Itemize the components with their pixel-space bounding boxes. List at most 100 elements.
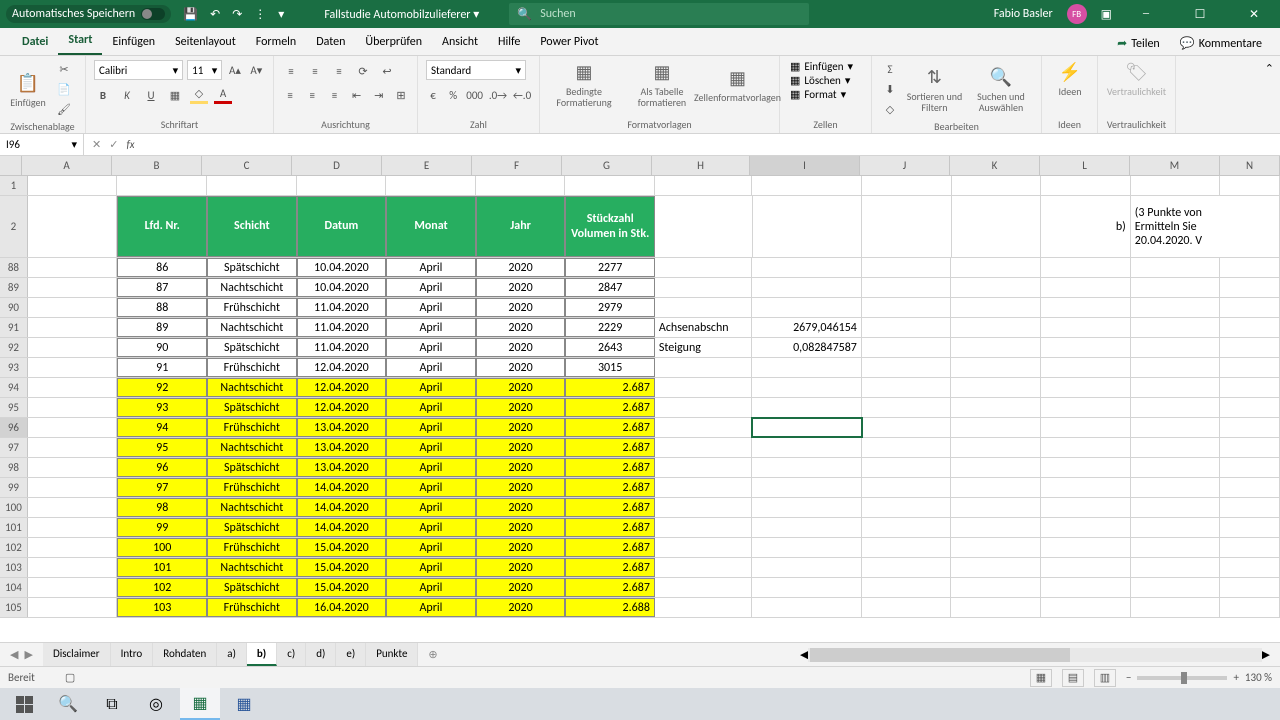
cell[interactable]: [28, 258, 118, 277]
cell[interactable]: 102: [117, 578, 207, 597]
cell[interactable]: [952, 196, 1042, 257]
cell[interactable]: [951, 338, 1041, 357]
cell[interactable]: [862, 578, 952, 597]
column-header[interactable]: F: [472, 156, 562, 175]
align-center-icon[interactable]: ≡: [304, 86, 320, 104]
column-header[interactable]: E: [382, 156, 472, 175]
cell[interactable]: Spätschicht: [207, 398, 297, 417]
cell[interactable]: 2020: [476, 278, 566, 297]
cell[interactable]: [1041, 558, 1131, 577]
tab-einfuegen[interactable]: Einfügen: [102, 29, 165, 55]
page-break-button[interactable]: ▥: [1094, 669, 1116, 687]
cell[interactable]: [862, 378, 952, 397]
cell[interactable]: Nachtschicht: [207, 558, 297, 577]
cut-icon[interactable]: ✂: [54, 60, 74, 78]
cell[interactable]: 12.04.2020: [297, 378, 387, 397]
cell[interactable]: 2020: [476, 578, 566, 597]
cell[interactable]: April: [386, 538, 476, 557]
cell[interactable]: 2.687: [565, 538, 655, 557]
cell-styles-button[interactable]: ▦Zellenformatvorlagen: [704, 66, 771, 103]
cell[interactable]: [862, 458, 952, 477]
cell[interactable]: [951, 558, 1041, 577]
cell[interactable]: [752, 278, 861, 297]
row-header[interactable]: 95: [0, 398, 28, 417]
cell[interactable]: 2020: [476, 258, 566, 277]
cell[interactable]: [1131, 578, 1221, 597]
insert-cells-button[interactable]: ▦Einfügen▾: [788, 60, 863, 73]
sheet-nav-next-icon[interactable]: ▶: [24, 648, 32, 661]
cell[interactable]: 11.04.2020: [297, 298, 387, 317]
decrease-font-icon[interactable]: A▾: [248, 61, 265, 79]
cell[interactable]: April: [386, 318, 476, 337]
cell[interactable]: [752, 358, 861, 377]
cell[interactable]: [752, 378, 861, 397]
cell[interactable]: [28, 378, 118, 397]
copy-icon[interactable]: 📄: [54, 80, 74, 98]
autosave-toggle[interactable]: Automatisches Speichern: [6, 5, 171, 23]
cell[interactable]: [1041, 498, 1131, 517]
cell[interactable]: [1220, 558, 1280, 577]
cell[interactable]: 97: [117, 478, 207, 497]
cell[interactable]: [1131, 378, 1221, 397]
sheet-tab[interactable]: b): [247, 643, 277, 666]
cell[interactable]: [1131, 478, 1221, 497]
cell[interactable]: [1041, 298, 1131, 317]
cell[interactable]: Nachtschicht: [207, 318, 297, 337]
cell[interactable]: 3015: [565, 358, 655, 377]
cell[interactable]: [1131, 598, 1221, 617]
cell[interactable]: 2.687: [565, 558, 655, 577]
cell[interactable]: [1220, 358, 1280, 377]
cell[interactable]: [1041, 318, 1131, 337]
delete-cells-button[interactable]: ▦Löschen▾: [788, 74, 863, 87]
tab-start[interactable]: Start: [58, 27, 102, 55]
cell[interactable]: [1041, 518, 1131, 537]
cell[interactable]: 96: [117, 458, 207, 477]
cell[interactable]: 2847: [565, 278, 655, 297]
cell[interactable]: [1131, 518, 1221, 537]
cell[interactable]: [655, 258, 753, 277]
cancel-icon[interactable]: ✕: [92, 138, 101, 151]
row-header[interactable]: 98: [0, 458, 28, 477]
cell[interactable]: 2020: [476, 398, 566, 417]
indent-decrease-icon[interactable]: ⇤: [349, 86, 365, 104]
cell[interactable]: 16.04.2020: [297, 598, 387, 617]
increase-decimal-icon[interactable]: .0→: [489, 86, 507, 104]
save-icon[interactable]: 💾: [183, 7, 198, 22]
sheet-tab[interactable]: a): [217, 643, 247, 666]
cell[interactable]: [655, 298, 753, 317]
cell[interactable]: [1041, 418, 1131, 437]
cell[interactable]: 2277: [565, 258, 655, 277]
cell[interactable]: [1131, 298, 1221, 317]
sheet-nav-prev-icon[interactable]: ◀: [10, 648, 18, 661]
cell[interactable]: [28, 458, 118, 477]
cell[interactable]: 86: [117, 258, 207, 277]
cell[interactable]: [753, 196, 862, 257]
cell[interactable]: April: [386, 458, 476, 477]
cell[interactable]: [1131, 358, 1221, 377]
cell[interactable]: [752, 498, 861, 517]
cell[interactable]: [1041, 176, 1131, 195]
cell[interactable]: 92: [117, 378, 207, 397]
taskview-icon[interactable]: ⧉: [92, 688, 132, 720]
cell[interactable]: [752, 478, 861, 497]
cell[interactable]: 11.04.2020: [297, 338, 387, 357]
cell[interactable]: 15.04.2020: [297, 558, 387, 577]
cell[interactable]: [1220, 338, 1280, 357]
cell[interactable]: [951, 258, 1041, 277]
cell[interactable]: Frühschicht: [207, 598, 297, 617]
cell[interactable]: [655, 176, 753, 195]
horizontal-scrollbar[interactable]: ◀ ▶: [800, 648, 1280, 662]
cell[interactable]: Frühschicht: [207, 418, 297, 437]
filename[interactable]: Fallstudie Automobilzulieferer ▾: [324, 7, 479, 22]
cell[interactable]: Spätschicht: [207, 258, 297, 277]
increase-font-icon[interactable]: A▴: [226, 61, 243, 79]
cell[interactable]: Frühschicht: [207, 358, 297, 377]
zoom-slider[interactable]: [1137, 676, 1227, 680]
zoom-in-icon[interactable]: +: [1233, 671, 1238, 684]
orientation-icon[interactable]: ⟳: [354, 62, 372, 80]
row-header[interactable]: 89: [0, 278, 28, 297]
cell[interactable]: [386, 176, 476, 195]
cell[interactable]: [951, 518, 1041, 537]
cell[interactable]: [1131, 278, 1221, 297]
cell[interactable]: 94: [117, 418, 207, 437]
